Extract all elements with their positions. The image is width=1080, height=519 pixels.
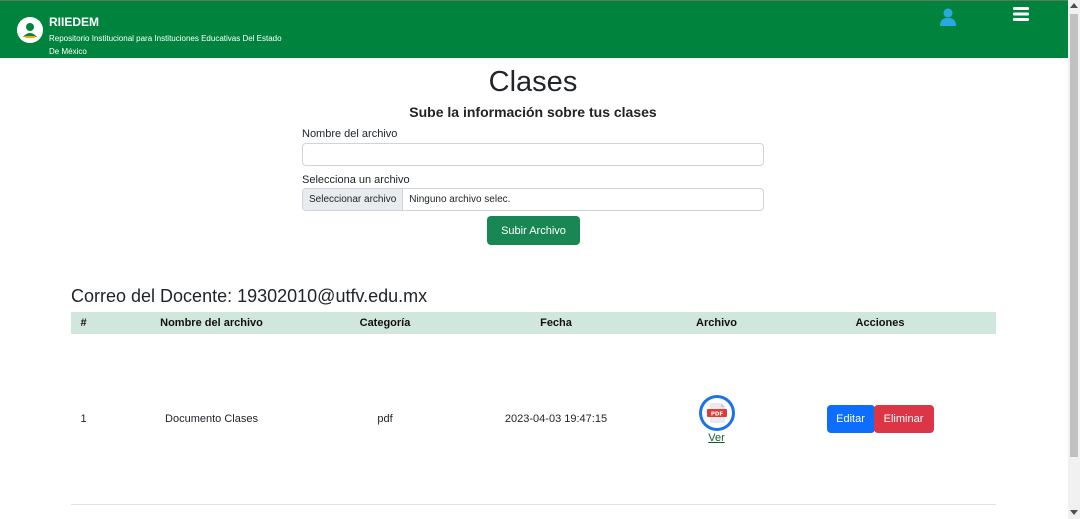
user-icon[interactable] <box>938 7 958 27</box>
column-header-date: Fecha <box>540 317 572 329</box>
scroll-down-arrow-icon[interactable] <box>1070 510 1078 515</box>
page-subtitle: Sube la información sobre tus clases <box>409 104 657 120</box>
row-index: 1 <box>71 334 96 505</box>
hamburger-menu-icon[interactable] <box>1011 6 1031 22</box>
file-status-text: Ninguno archivo selec. <box>409 194 511 205</box>
column-header-index: # <box>80 317 87 329</box>
file-picker[interactable]: Seleccionar archivo Ninguno archivo sele… <box>302 188 764 211</box>
table-row: 1 Documento Clases pdf 2023-04-03 19:47:… <box>71 334 996 505</box>
column-header-actions: Acciones <box>855 317 905 329</box>
brand-name: RIIEDEM <box>49 15 100 29</box>
page: RIIEDEM Repositorio Institucional para I… <box>0 0 1080 519</box>
row-category: pdf <box>327 334 443 505</box>
upload-file-button[interactable]: Subir Archivo <box>487 216 580 245</box>
svg-text:PDF: PDF <box>710 411 723 417</box>
row-date: 2023-04-03 19:47:15 <box>443 334 669 505</box>
files-table: # Nombre del archivo Categoría Fecha Arc… <box>71 312 996 505</box>
file-name-input[interactable] <box>302 143 764 166</box>
row-file-name: Documento Clases <box>96 334 327 505</box>
top-navbar: RIIEDEM Repositorio Institucional para I… <box>0 0 1068 58</box>
column-header-name: Nombre del archivo <box>160 317 263 329</box>
column-header-category: Categoría <box>359 317 411 329</box>
brand-subtitle: Repositorio Institucional para Instituci… <box>49 34 282 56</box>
page-title: Clases <box>488 66 578 98</box>
view-file-link[interactable]: Ver <box>708 432 725 444</box>
vertical-scrollbar[interactable] <box>1068 0 1080 519</box>
delete-button[interactable]: Eliminar <box>873 404 934 433</box>
file-name-label: Nombre del archivo <box>302 128 398 140</box>
column-header-file: Archivo <box>696 317 737 329</box>
edit-button[interactable]: Editar <box>826 404 875 433</box>
scroll-up-arrow-icon[interactable] <box>1070 3 1078 8</box>
teacher-email-heading: Correo del Docente: 19302010@utfv.edu.mx <box>71 286 428 306</box>
table-header-row: # Nombre del archivo Categoría Fecha Arc… <box>71 312 996 334</box>
file-select-label: Selecciona un archivo <box>302 174 410 186</box>
select-file-button[interactable]: Seleccionar archivo <box>303 189 404 210</box>
logo-icon <box>17 17 43 43</box>
row-file-cell: PDF Ver <box>669 334 764 505</box>
pdf-icon[interactable]: PDF <box>698 394 736 432</box>
row-actions: Editar Eliminar <box>764 334 996 505</box>
scrollbar-thumb[interactable] <box>1070 14 1078 457</box>
brand: RIIEDEM Repositorio Institucional para I… <box>49 15 289 58</box>
